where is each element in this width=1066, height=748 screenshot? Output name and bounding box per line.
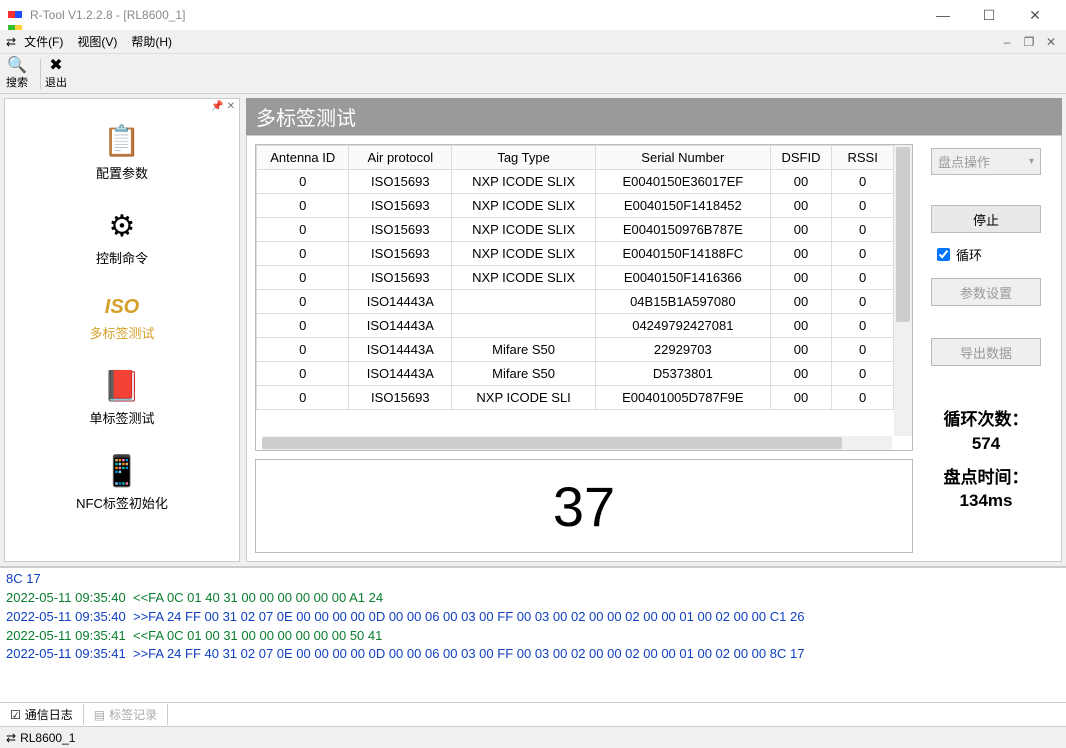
sidebar: 📌 ✕ 📋 配置参数 ⚙ 控制命令 ISO 多标签测试 📕 单标签测试 📱 NF…: [4, 98, 240, 562]
table-header[interactable]: RSSI: [832, 146, 894, 170]
title-bar: R-Tool V1.2.2.8 - [RL8600_1] ― ☐ ✕: [0, 0, 1066, 30]
search-icon: 🔍: [7, 58, 27, 74]
toolbar-exit[interactable]: ✖ 退出: [45, 58, 67, 90]
clipboard-icon: 📋: [103, 127, 140, 157]
close-icon: ✖: [49, 58, 62, 74]
params-button[interactable]: 参数设置: [931, 278, 1041, 306]
status-bar: ⇄ RL8600_1: [0, 726, 1066, 748]
app-logo-icon: [8, 7, 24, 23]
doc-icon: ⇄: [6, 731, 16, 745]
tag-table-wrap: Antenna IDAir protocolTag TypeSerial Num…: [255, 144, 913, 451]
inventory-time-value: 134ms: [944, 489, 1029, 513]
tag-table: Antenna IDAir protocolTag TypeSerial Num…: [256, 145, 894, 410]
loop-checkbox[interactable]: 循环: [937, 245, 982, 264]
menu-help[interactable]: 帮助(H): [131, 33, 172, 50]
mode-select[interactable]: 盘点操作▾: [931, 148, 1041, 175]
phone-icon: 📱: [103, 457, 140, 487]
mdi-minimize-button[interactable]: –: [998, 33, 1016, 51]
log-tab-comm[interactable]: ☑通信日志: [0, 704, 84, 725]
toolbar: 🔍 搜索 ✖ 退出: [0, 54, 1066, 94]
iso-icon: ISO: [105, 297, 139, 317]
toolbar-separator: [40, 59, 41, 89]
sidebar-item-singletag[interactable]: 📕 单标签测试: [89, 372, 154, 427]
toolbar-search[interactable]: 🔍 搜索: [6, 58, 28, 90]
log-panel: 8C 172022-05-11 09:35:40 <<FA 0C 01 40 3…: [0, 566, 1066, 726]
checklist-icon: ☑: [10, 708, 21, 722]
table-row[interactable]: 0ISO14443A04B15B1A597080000: [257, 290, 894, 314]
sidebar-item-nfcinit[interactable]: 📱 NFC标签初始化: [76, 457, 168, 512]
table-row[interactable]: 0ISO15693NXP ICODE SLIXE0040150976B787E0…: [257, 218, 894, 242]
log-tab-tag[interactable]: ▤标签记录: [84, 704, 168, 725]
table-header[interactable]: Antenna ID: [257, 146, 349, 170]
close-button[interactable]: ✕: [1012, 0, 1058, 30]
page-title: 多标签测试: [246, 98, 1062, 135]
sidebar-item-control[interactable]: ⚙ 控制命令: [96, 212, 148, 267]
inventory-time-label: 盘点时间：: [944, 466, 1029, 490]
table-row[interactable]: 0ISO15693NXP ICODE SLIXE0040150F14184520…: [257, 194, 894, 218]
status-doc-tab[interactable]: ⇄ RL8600_1: [6, 731, 75, 745]
mdi-restore-button[interactable]: ❐: [1020, 33, 1038, 51]
table-row[interactable]: 0ISO14443AMifare S50D5373801000: [257, 362, 894, 386]
table-header[interactable]: Tag Type: [452, 146, 596, 170]
menu-bar: ⇄ 文件(F) 视图(V) 帮助(H) – ❐ ✕: [0, 30, 1066, 54]
loop-count-value: 574: [944, 432, 1029, 456]
mdi-close-button[interactable]: ✕: [1042, 33, 1060, 51]
minimize-button[interactable]: ―: [920, 0, 966, 30]
table-row[interactable]: 0ISO15693NXP ICODE SLIE00401005D787F9E00…: [257, 386, 894, 410]
table-header[interactable]: Air protocol: [349, 146, 452, 170]
table-header[interactable]: DSFID: [770, 146, 832, 170]
window-title: R-Tool V1.2.2.8 - [RL8600_1]: [30, 8, 185, 22]
gear-icon: ⚙: [109, 212, 136, 242]
list-icon: ▤: [94, 708, 105, 722]
book-icon: 📕: [103, 372, 140, 402]
menu-view[interactable]: 视图(V): [77, 33, 117, 50]
table-row[interactable]: 0ISO15693NXP ICODE SLIXE0040150E36017EF0…: [257, 170, 894, 194]
log-content[interactable]: 8C 172022-05-11 09:35:40 <<FA 0C 01 40 3…: [0, 568, 1066, 702]
table-row[interactable]: 0ISO14443AMifare S5022929703000: [257, 338, 894, 362]
table-row[interactable]: 0ISO15693NXP ICODE SLIXE0040150F14188FC0…: [257, 242, 894, 266]
tag-count-display: 37: [255, 459, 913, 553]
menu-file[interactable]: 文件(F): [24, 33, 63, 50]
maximize-button[interactable]: ☐: [966, 0, 1012, 30]
chevron-down-icon: ▾: [1029, 156, 1034, 167]
menu-app-icon: ⇄: [6, 35, 16, 49]
pin-icon[interactable]: 📌 ✕: [211, 101, 235, 112]
table-row[interactable]: 0ISO14443A04249792427081000: [257, 314, 894, 338]
table-header[interactable]: Serial Number: [596, 146, 771, 170]
sidebar-item-config[interactable]: 📋 配置参数: [96, 127, 148, 182]
loop-count-label: 循环次数：: [944, 408, 1029, 432]
export-button[interactable]: 导出数据: [931, 338, 1041, 366]
table-row[interactable]: 0ISO15693NXP ICODE SLIXE0040150F14163660…: [257, 266, 894, 290]
vertical-scrollbar[interactable]: [894, 145, 912, 436]
sidebar-item-multitag[interactable]: ISO 多标签测试: [89, 297, 154, 342]
controls-panel: 盘点操作▾ 停止 循环 参数设置 导出数据 循环次数： 574 盘点时间： 13…: [921, 136, 1061, 561]
stop-button[interactable]: 停止: [931, 205, 1041, 233]
horizontal-scrollbar[interactable]: [262, 436, 892, 450]
